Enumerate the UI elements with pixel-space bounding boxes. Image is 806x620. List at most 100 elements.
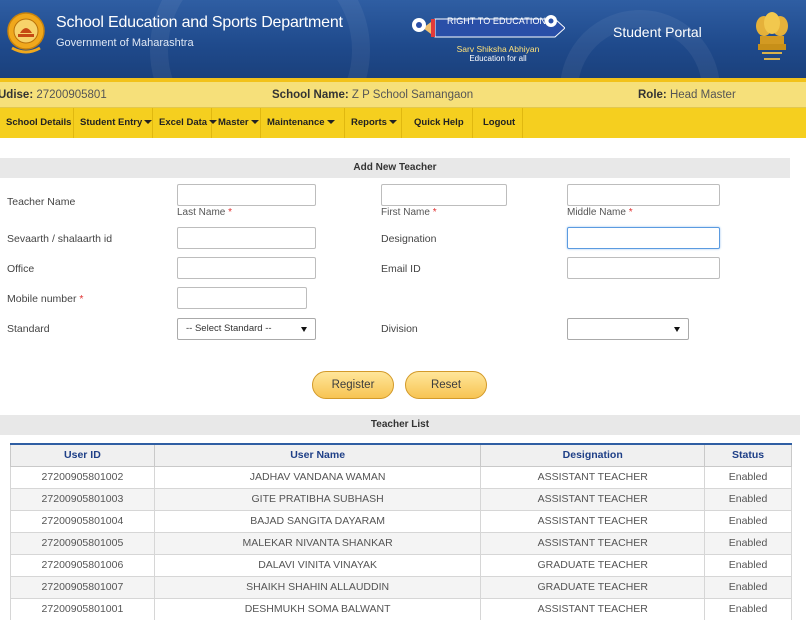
last-name-label: Last Name * (177, 207, 232, 218)
sevaarth-label: Sevaarth / shalaarth id (7, 233, 113, 245)
sevaarth-input[interactable] (177, 227, 316, 249)
national-emblem-icon (756, 12, 788, 60)
middle-name-input[interactable] (567, 184, 720, 206)
cell-status: Enabled (704, 465, 792, 489)
nav-label: Master (218, 117, 249, 128)
nav-label: School Details (6, 117, 72, 128)
nav-quick-help[interactable]: Quick Help (402, 108, 473, 138)
cell-user-name: DALAVI VINITA VINAYAK (153, 553, 482, 577)
cell-user-name: GITE PRATIBHA SUBHASH (153, 487, 482, 511)
table-row[interactable]: 27200905801003 GITE PRATIBHA SUBHASH ASSIS… (10, 487, 792, 511)
rte-label: RIGHT TO EDUCATION (447, 16, 547, 26)
cell-user-name: JADHAV VANDANA WAMAN (153, 465, 482, 489)
teacher-name-label: Teacher Name (7, 196, 76, 208)
cell-user-id: 27200905801003 (10, 487, 155, 511)
cell-user-id: 27200905801006 (10, 553, 155, 577)
school-info-bar: Udise: 27200905801 School Name: Z P Scho… (0, 82, 806, 108)
standard-value: -- Select Standard -- (186, 323, 272, 334)
designation-input[interactable] (567, 227, 720, 249)
cell-user-id: 27200905801002 (10, 465, 155, 489)
portal-title: Student Portal (613, 24, 702, 40)
nav-excel-data[interactable]: Excel Data (153, 108, 218, 138)
first-name-text: First Name (381, 207, 430, 218)
mobile-input[interactable] (177, 287, 307, 309)
table-row[interactable]: 27200905801006 DALAVI VINITA VINAYAK GRADU… (10, 553, 792, 577)
main-nav: School Details Student Entry Excel Data … (0, 108, 806, 138)
cell-user-id: 27200905801005 (10, 531, 155, 555)
header-decoration (560, 10, 720, 82)
cell-designation: ASSISTANT TEACHER (480, 465, 706, 489)
udise-info: Udise: 27200905801 (0, 89, 107, 101)
udise-label: Udise: (0, 89, 34, 101)
cell-status: Enabled (704, 509, 792, 533)
add-teacher-heading: Add New Teacher (0, 158, 790, 178)
rte-subtitle: Sarv Shiksha Abhiyan (456, 44, 540, 54)
nav-label: Reports (351, 117, 387, 128)
last-name-input[interactable] (177, 184, 316, 206)
school-name-value: Z P School Samangaon (351, 89, 474, 101)
required-mark: * (79, 293, 84, 305)
rte-logo: RIGHT TO EDUCATION Sarv Shiksha Abhiyan … (405, 5, 565, 65)
nav-label: Maintenance (267, 117, 325, 128)
first-name-input[interactable] (381, 184, 507, 206)
standard-select[interactable]: -- Select Standard -- (177, 318, 316, 340)
site-header: School Education and Sports Department G… (0, 0, 806, 82)
col-user-id[interactable]: User ID (10, 443, 155, 467)
required-mark: * (432, 207, 437, 218)
cell-status: Enabled (704, 597, 792, 620)
role-label: Role: (638, 89, 667, 101)
table-header-row: User ID User Name Designation Status (10, 443, 792, 467)
nav-reports[interactable]: Reports (345, 108, 402, 138)
cell-designation: ASSISTANT TEACHER (480, 509, 706, 533)
mobile-text: Mobile number (7, 293, 77, 305)
required-mark: * (628, 207, 633, 218)
email-input[interactable] (567, 257, 720, 279)
office-label: Office (7, 263, 35, 275)
teacher-list-heading: Teacher List (0, 415, 800, 435)
reset-button[interactable]: Reset (405, 371, 487, 399)
cell-designation: ASSISTANT TEACHER (480, 487, 706, 511)
cell-user-id: 27200905801007 (10, 575, 155, 599)
register-button[interactable]: Register (312, 371, 394, 399)
cell-user-name: BAJAD SANGITA DAYARAM (153, 509, 482, 533)
chevron-down-icon (326, 120, 335, 125)
middle-name-label: Middle Name * (567, 207, 633, 218)
nav-label: Student Entry (80, 117, 143, 128)
cell-user-id: 27200905801004 (10, 509, 155, 533)
rte-tagline: Education for all (469, 54, 527, 63)
required-mark: * (228, 207, 233, 218)
division-select[interactable] (567, 318, 689, 340)
table-row[interactable]: 27200905801007 SHAIKH SHAHIN ALLAUDDIN GRA… (10, 575, 792, 599)
cell-user-name: DESHMUKH SOMA BALWANT (153, 597, 482, 620)
col-user-name[interactable]: User Name (153, 443, 482, 467)
cell-status: Enabled (704, 487, 792, 511)
cell-user-name: SHAIKH SHAHIN ALLAUDDIN (153, 575, 482, 599)
nav-student-entry[interactable]: Student Entry (74, 108, 153, 138)
table-row[interactable]: 27200905801004 BAJAD SANGITA DAYARAM ASSIS… (10, 509, 792, 533)
chevron-down-icon (388, 120, 397, 125)
maharashtra-seal-icon (7, 12, 45, 54)
middle-name-text: Middle Name (567, 207, 626, 218)
nav-logout[interactable]: Logout (473, 108, 523, 138)
udise-value: 27200905801 (36, 89, 107, 101)
table-row[interactable]: 27200905801001 DESHMUKH SOMA BALWANT ASSIS… (10, 597, 792, 620)
nav-school-details[interactable]: School Details (0, 108, 74, 138)
mobile-label: Mobile number * (7, 293, 83, 305)
nav-label: Logout (483, 117, 516, 128)
department-subtitle: Government of Maharashtra (56, 37, 194, 49)
table-row[interactable]: 27200905801002 JADHAV VANDANA WAMAN ASSIST… (10, 465, 792, 489)
cell-user-id: 27200905801001 (10, 597, 155, 620)
nav-maintenance[interactable]: Maintenance (261, 108, 345, 138)
table-row[interactable]: 27200905801005 MALEKAR NIVANTA SHANKAR ASS… (10, 531, 792, 555)
col-designation[interactable]: Designation (480, 443, 706, 467)
school-name-info: School Name: Z P School Samangaon (272, 89, 473, 101)
office-input[interactable] (177, 257, 316, 279)
chevron-down-icon (674, 327, 680, 332)
col-status[interactable]: Status (704, 443, 792, 467)
cell-designation: GRADUATE TEACHER (480, 575, 706, 599)
nav-master[interactable]: Master (212, 108, 261, 138)
designation-label: Designation (381, 233, 437, 245)
cell-user-name: MALEKAR NIVANTA SHANKAR (153, 531, 482, 555)
nav-label: Excel Data (159, 117, 208, 128)
chevron-down-icon (250, 120, 259, 125)
